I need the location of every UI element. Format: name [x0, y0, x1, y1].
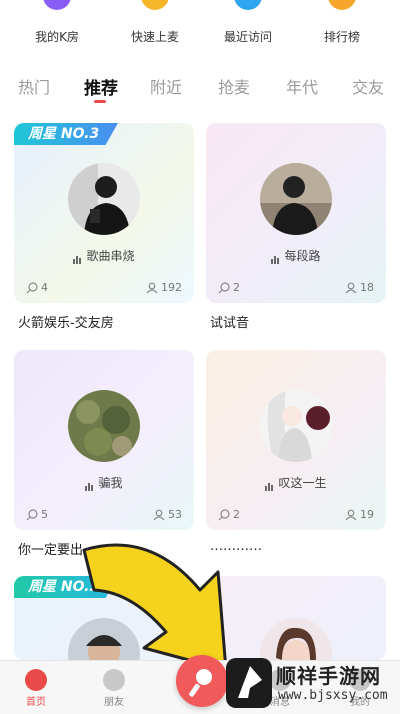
- user-icon: [146, 282, 158, 294]
- weekly-star-badge: 周星 NO.5: [14, 576, 118, 598]
- quick-label: 最近访问: [223, 30, 272, 44]
- room-card[interactable]: 叹这一生 2 19: [206, 350, 386, 530]
- audio-bars-icon: [265, 477, 274, 491]
- tab-recommend[interactable]: 推荐: [84, 74, 118, 99]
- weekly-star-badge: 周星 NO.3: [14, 123, 118, 145]
- avatar: [68, 618, 140, 660]
- home-icon: [25, 669, 47, 691]
- room-card[interactable]: 周星 NO.3 歌曲串烧 4 192: [14, 123, 194, 303]
- room-song-tag: 每段路: [206, 247, 386, 264]
- user-count: 192: [146, 281, 182, 294]
- tab-dating[interactable]: 交友: [352, 74, 384, 98]
- room-card[interactable]: 每段路 2 18: [206, 123, 386, 303]
- nav-friends[interactable]: 朋友: [84, 669, 144, 708]
- user-icon: [345, 282, 357, 294]
- tab-era[interactable]: 年代: [286, 74, 318, 98]
- site-watermark: 顺祥手游网 www.bjsxsy.com: [218, 652, 400, 714]
- tab-hot[interactable]: 热门: [18, 74, 50, 98]
- comment-icon: [26, 509, 38, 521]
- room-song-tag: 歌曲串烧: [14, 247, 194, 264]
- audio-bars-icon: [85, 477, 94, 491]
- room-song-tag: 叹这一生: [206, 474, 386, 491]
- tab-nearby[interactable]: 附近: [150, 74, 182, 98]
- friends-icon: [103, 669, 125, 691]
- comment-icon: [218, 509, 230, 521]
- comment-count: 2: [218, 508, 240, 521]
- room-card[interactable]: 骗我 5 53: [14, 350, 194, 530]
- recent-icon: [234, 0, 262, 10]
- watermark-name: 顺祥手游网: [276, 664, 381, 688]
- tab-grab-mic[interactable]: 抢麦: [218, 74, 250, 98]
- room-song-tag: 骗我: [14, 474, 194, 491]
- user-icon: [345, 509, 357, 521]
- room-card[interactable]: [206, 576, 386, 660]
- trophy-icon: [328, 0, 356, 10]
- comment-count: 4: [26, 281, 48, 294]
- room-title[interactable]: …………: [210, 539, 262, 554]
- nav-home[interactable]: 首页: [6, 669, 66, 708]
- watermark-url: www.bjsxsy.com: [278, 688, 388, 703]
- room-card[interactable]: 周星 NO.5: [14, 576, 194, 660]
- k-room-icon: [43, 0, 71, 10]
- quick-label: 快速上麦: [130, 30, 179, 44]
- quick-label: 我的K房: [35, 30, 79, 44]
- watermark-logo-icon: [226, 658, 272, 708]
- user-count: 53: [153, 508, 182, 521]
- comment-icon: [218, 282, 230, 294]
- user-count: 19: [345, 508, 374, 521]
- quick-label: 排行榜: [323, 30, 360, 44]
- category-tabs: 热门 推荐 附近 抢麦 年代 交友: [0, 70, 400, 110]
- user-icon: [153, 509, 165, 521]
- active-tab-indicator: [94, 100, 106, 103]
- avatar: [68, 163, 140, 235]
- fast-mic-icon: [141, 0, 169, 10]
- comment-count: 2: [218, 281, 240, 294]
- nav-label: 首页: [26, 697, 46, 708]
- comment-icon: [26, 282, 38, 294]
- avatar: [260, 390, 332, 462]
- avatar: [260, 163, 332, 235]
- avatar: [68, 390, 140, 462]
- user-count: 18: [345, 281, 374, 294]
- room-title[interactable]: 你一定要出...: [18, 539, 95, 558]
- room-title[interactable]: 试试音: [210, 312, 249, 331]
- audio-bars-icon: [271, 250, 280, 264]
- room-title[interactable]: 火箭娱乐-交友房: [18, 312, 114, 331]
- nav-label: 朋友: [104, 697, 124, 708]
- audio-bars-icon: [73, 250, 82, 264]
- comment-count: 5: [26, 508, 48, 521]
- quick-access-row: 我的K房 快速上麦 最近访问 排行榜: [0, 0, 400, 60]
